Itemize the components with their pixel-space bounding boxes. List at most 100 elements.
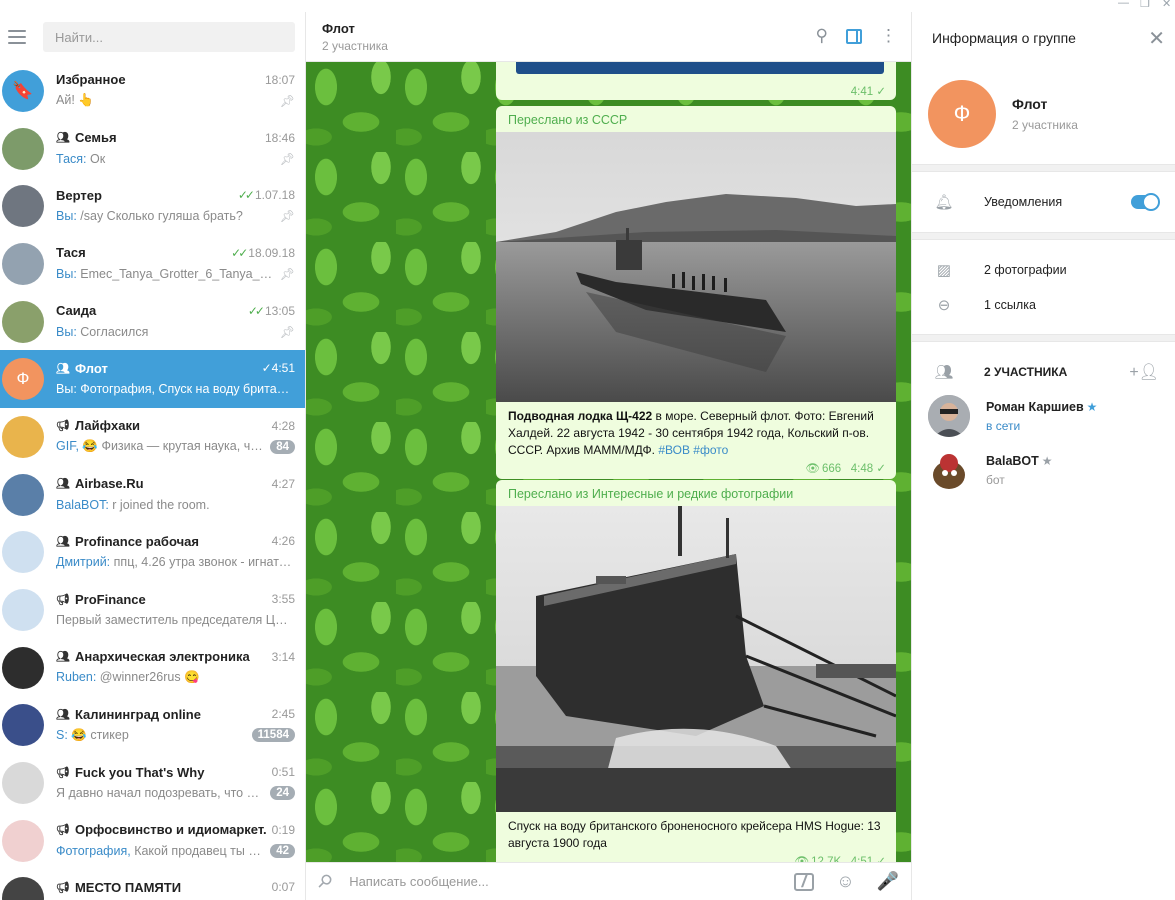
chat-time: 18.09.18 <box>248 245 295 260</box>
chat-item-body: 📢︎ Fuck you That's Why 0:51 Я давно начал п… <box>56 762 305 804</box>
chat-avatar <box>2 473 44 516</box>
photos-row[interactable]: ▨ 2 фотографии <box>912 252 1175 287</box>
message-composer: ⚲ Написать сообщение... / ☺ 🎤 <box>306 862 911 900</box>
maximize-icon[interactable]: ❐ <box>1140 0 1150 10</box>
more-options-icon[interactable]: ⋮ <box>880 26 897 46</box>
chat-name-text: Семья <box>74 130 117 146</box>
chat-time: 13:05 <box>264 303 295 318</box>
chat-item-body: Избранное 18:07 Ай! 👆 📌︎ <box>56 70 305 112</box>
chat-item[interactable]: 📢︎ Fuck you That's Why 0:51 Я давно начал п… <box>0 754 305 812</box>
chat-preview: Тася: Ок <box>56 152 274 166</box>
close-icon[interactable]: ✕ <box>1148 26 1165 51</box>
message-bubble[interactable]: Переслано из Интересные и редкие фотогра… <box>496 480 896 864</box>
chat-name: 📢︎ Лайфхаки <box>56 418 266 433</box>
chat-avatar <box>2 704 44 747</box>
microphone-icon[interactable]: 🎤 <box>877 871 899 892</box>
preview-text: Первый заместитель председателя ЦБ Р... <box>56 613 295 628</box>
chat-item[interactable]: Тася ✓✓ 18.09.18 Вы: Emec_Tanya_Grotter_6_T… <box>0 235 305 293</box>
cruiser-launch-photo[interactable] <box>496 506 896 812</box>
chat-time-block: ✓✓ 1.07.18 <box>238 188 295 202</box>
info-panel-toggle-icon[interactable] <box>846 28 862 44</box>
conversation-title: Флот <box>322 20 355 36</box>
preview-text: Emec_Tanya_Grotter_6_Tanya_Gr... <box>80 266 274 281</box>
message-feed[interactable]: 4:41 ✓ Переслано из СССР Подводная лодка… <box>306 62 911 864</box>
caption-hashtags[interactable]: #ВОВ #фото <box>658 443 728 457</box>
chat-item[interactable]: 📢︎ Орфосвинство и идиомаркет... 0:19 Фотогр… <box>0 812 305 870</box>
chat-item[interactable]: 👥︎ Калининград online 2:45 S: 😂 стикер 11584 <box>0 697 305 755</box>
chat-preview: BalaBOT: r joined the room. <box>56 498 295 512</box>
preview-text: Какой продавец ты се... <box>134 843 265 858</box>
chat-item[interactable]: 👥︎ Семья 18:46 Тася: Ок 📌︎ <box>0 120 305 178</box>
chat-name: 👥︎ Profinance рабочая <box>56 534 266 549</box>
chat-item[interactable]: Вертер ✓✓ 1.07.18 Вы: /say Сколько гуляша б… <box>0 177 305 235</box>
chat-preview: Я давно начал подозревать, что жу... <box>56 786 264 800</box>
conversation-title-block[interactable]: Флот 2 участника <box>322 21 388 53</box>
bot-commands-icon[interactable]: / <box>794 871 815 891</box>
chat-name: 📢︎ Орфосвинство и идиомаркет... <box>56 822 266 837</box>
notifications-row[interactable]: 🔔︎ Уведомления <box>912 172 1175 232</box>
chat-item[interactable]: 👥︎ Анархическая электроника 3:14 Ruben: @wi… <box>0 639 305 697</box>
forwarded-from[interactable]: Переслано из Интересные и редкие фотогра… <box>496 480 896 506</box>
chat-time-block: ✓✓ 18.09.18 <box>231 246 295 260</box>
chat-time-block: 3:14 <box>272 650 295 664</box>
caption-text: Спуск на воду британского броненосного к… <box>508 819 881 850</box>
links-label: 1 ссылка <box>984 297 1036 312</box>
section-divider <box>912 334 1175 342</box>
member-status: в сети <box>986 419 1021 433</box>
links-row[interactable]: ⊖ 1 ссылка <box>912 287 1175 322</box>
emoji-icon[interactable]: ☺ <box>836 871 854 892</box>
channel-icon: 📢︎ <box>56 420 70 433</box>
chat-item[interactable]: 📢︎ ProFinance 3:55 Первый заместитель предс… <box>0 581 305 639</box>
chat-name-text: Анархическая электроника <box>74 649 250 665</box>
preview-text: Фотография, Спуск на воду британс... <box>80 382 295 397</box>
group-avatar[interactable]: Ф <box>928 80 996 148</box>
chat-item-body: 👥︎ Airbase.Ru 4:27 BalaBOT: r joined the ro… <box>56 474 305 516</box>
chat-avatar <box>2 877 44 900</box>
add-member-icon[interactable]: +👤︎ <box>1129 362 1159 382</box>
chat-item[interactable]: 🔖 Избранное 18:07 Ай! 👆 📌︎ <box>0 62 305 120</box>
preview-text: /say Сколько гуляша брать? <box>80 209 243 224</box>
chat-name-text: Profinance рабочая <box>74 533 199 549</box>
preview-text: Ок <box>90 151 106 166</box>
chat-item[interactable]: Ф 👥︎ Флот ✓ 4:51 Вы: Фотография, Спуск на вод… <box>0 350 305 409</box>
attach-icon[interactable]: ⚲ <box>313 869 336 893</box>
message-input[interactable]: Написать сообщение... <box>349 874 772 889</box>
chat-time: 1.07.18 <box>254 188 295 203</box>
member-avatar <box>928 449 970 491</box>
menu-icon[interactable] <box>8 30 26 44</box>
message-bubble-partial[interactable]: 4:41 ✓ <box>496 62 896 100</box>
chat-avatar <box>2 589 44 632</box>
message-bubble[interactable]: Переслано из СССР Подводная лодка Щ-422 … <box>496 106 896 479</box>
chat-item[interactable]: 👥︎ Profinance рабочая 4:26 Дмитрий: ппц, 4.… <box>0 524 305 582</box>
member-row[interactable]: BalaBOT ★ бот <box>912 443 1175 497</box>
bell-icon: 🔔︎ <box>934 194 954 211</box>
member-row[interactable]: Роман Каршиев ★ в сети <box>912 389 1175 443</box>
chat-time: 3:14 <box>271 649 295 664</box>
chat-name: 👥︎ Флот <box>56 361 256 376</box>
member-status: бот <box>986 473 1005 487</box>
forwarded-from[interactable]: Переслано из СССР <box>496 106 896 132</box>
chat-time-block: 3:55 <box>272 592 295 606</box>
channel-icon: 📢︎ <box>56 593 70 606</box>
chat-item[interactable]: 👥︎ Airbase.Ru 4:27 BalaBOT: r joined the ro… <box>0 466 305 524</box>
preview-text: Я давно начал подозревать, что жу... <box>56 786 265 801</box>
chat-time-block: 4:28 <box>272 419 295 433</box>
chat-item-body: 👥︎ Калининград online 2:45 S: 😂 стикер 11584 <box>56 704 305 746</box>
chat-item[interactable]: 📢︎ МЕСТО ПАМЯТИ 0:07 <box>0 870 305 900</box>
chat-item[interactable]: 📢︎ Лайфхаки 4:28 GIF, 😂 Физика — крутая нау… <box>0 408 305 466</box>
minimize-icon[interactable]: — <box>1118 0 1129 9</box>
chat-name-text: Орфосвинство и идиомаркет... <box>74 822 266 838</box>
chat-avatar <box>2 185 44 228</box>
conversation-panel: Флот 2 участника ⚲ ⋮ 4:41 ✓ Переслано из… <box>306 12 911 900</box>
search-input[interactable]: Найти... <box>43 22 295 52</box>
notifications-toggle[interactable] <box>1131 193 1160 211</box>
message-caption: Подводная лодка Щ-422 в море. Северный ф… <box>496 402 896 461</box>
submarine-photo[interactable] <box>496 132 896 402</box>
message-meta: 4:41 ✓ <box>496 74 896 100</box>
preview-sender: Ruben: <box>56 670 97 685</box>
chat-item[interactable]: Саида ✓✓ 13:05 Вы: Согласился 📌︎ <box>0 293 305 351</box>
close-window-icon[interactable]: ✕ <box>1162 0 1171 10</box>
chat-avatar <box>2 646 44 689</box>
group-summary: Ф Флот 2 участника <box>912 64 1175 164</box>
search-icon[interactable]: ⚲ <box>816 26 828 46</box>
